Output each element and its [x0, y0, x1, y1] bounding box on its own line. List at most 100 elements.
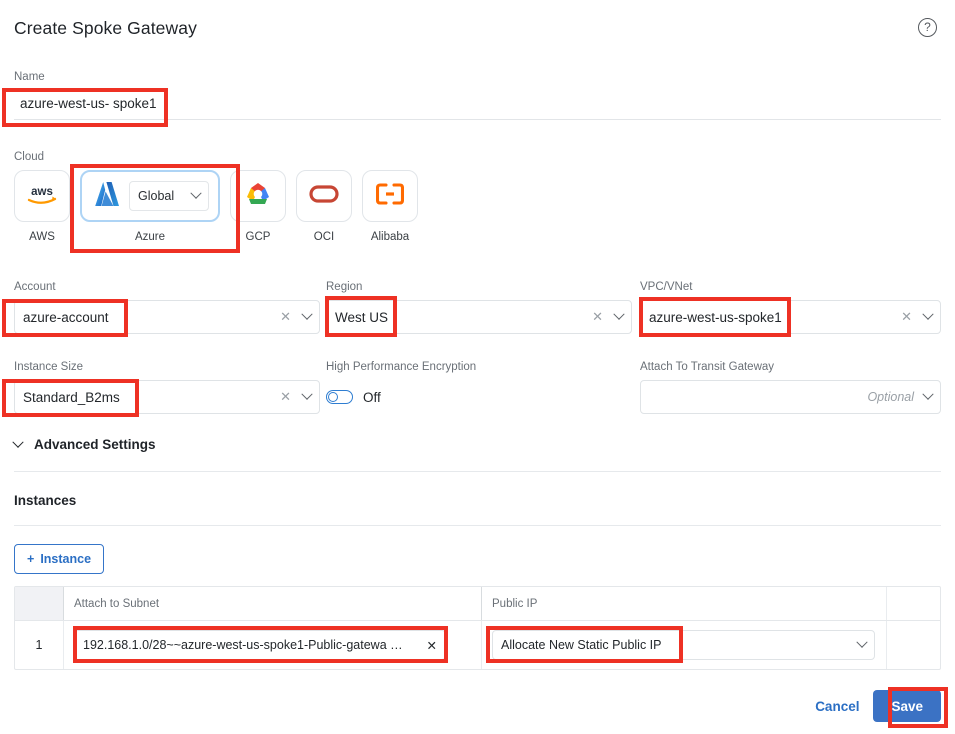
add-instance-label: Instance: [40, 552, 92, 566]
alibaba-tile-button[interactable]: [362, 170, 418, 222]
gcp-tile-button[interactable]: [230, 170, 286, 222]
transit-gateway-placeholder: Optional: [867, 390, 914, 404]
vpc-value: azure-west-us-spoke1: [649, 309, 782, 325]
clear-icon[interactable]: ✕: [280, 309, 291, 325]
cloud-tiles: aws AWS Global Azure GCP OCI Alibaba: [14, 170, 418, 243]
gcp-icon: [243, 181, 273, 212]
account-label: Account: [14, 281, 56, 293]
dialog-footer: Cancel Save: [815, 690, 941, 722]
table-header-row: Attach to Subnet Public IP: [15, 587, 940, 621]
instances-section-header: Instances: [14, 492, 76, 510]
cloud-tile-aws[interactable]: aws AWS: [14, 170, 70, 243]
instance-size-field-group: Instance Size Standard_B2ms ✕: [14, 360, 320, 414]
instances-title: Instances: [14, 493, 77, 508]
page-title: Create Spoke Gateway: [14, 18, 197, 38]
public-ip-select[interactable]: Allocate New Static Public IP: [492, 630, 875, 660]
cloud-tile-label: Alibaba: [370, 231, 410, 243]
cloud-tile-label: OCI: [313, 231, 335, 243]
advanced-settings-section: Advanced Settings: [12, 436, 941, 452]
clear-icon[interactable]: ✕: [427, 638, 437, 653]
chevron-down-icon: [301, 388, 313, 400]
account-select[interactable]: azure-account ✕: [14, 300, 320, 334]
alibaba-icon: [375, 182, 405, 210]
chevron-down-icon: [922, 388, 934, 400]
attach-to-subnet-select[interactable]: 192.168.1.0/28~~azure-west-us-spoke1-Pub…: [74, 630, 446, 660]
clear-icon[interactable]: ✕: [280, 389, 291, 405]
svg-text:aws: aws: [31, 186, 53, 198]
clear-icon[interactable]: ✕: [592, 309, 603, 325]
account-field-group: Account azure-account ✕: [14, 280, 320, 334]
cancel-button[interactable]: Cancel: [815, 699, 859, 714]
table-row: 1 192.168.1.0/28~~azure-west-us-spoke1-P…: [15, 621, 940, 669]
azure-icon: [91, 180, 121, 213]
row-subnet-cell: 192.168.1.0/28~~azure-west-us-spoke1-Pub…: [63, 621, 481, 669]
oci-icon: [308, 183, 340, 210]
cloud-tile-oci[interactable]: OCI: [296, 170, 352, 243]
toggle-knob: [328, 392, 338, 402]
chevron-down-icon: [12, 436, 24, 448]
header-cell-extra: [886, 587, 940, 620]
help-icon[interactable]: ?: [918, 18, 937, 37]
oci-tile-button[interactable]: [296, 170, 352, 222]
attach-to-subnet-value: 192.168.1.0/28~~azure-west-us-spoke1-Pub…: [83, 638, 403, 652]
hpe-state-label: Off: [363, 389, 381, 405]
plus-icon: +: [27, 552, 35, 566]
chevron-down-icon: [856, 636, 868, 648]
dialog-header: Create Spoke Gateway ?: [14, 12, 941, 46]
transit-gateway-select[interactable]: Optional: [640, 380, 941, 414]
transit-gateway-field-group: Attach To Transit Gateway Optional: [640, 360, 941, 414]
cloud-tile-label: GCP: [245, 231, 271, 243]
divider: [14, 471, 941, 472]
divider: [14, 525, 941, 526]
advanced-settings-toggle[interactable]: Advanced Settings: [12, 436, 941, 452]
cloud-tile-label: AWS: [29, 231, 55, 243]
azure-scope-value: Global: [138, 189, 175, 203]
public-ip-value: Allocate New Static Public IP: [501, 638, 662, 652]
advanced-settings-label: Advanced Settings: [34, 437, 156, 452]
region-value: West US: [335, 309, 389, 325]
azure-scope-dropdown[interactable]: Global: [129, 181, 209, 211]
name-field-group: Name: [14, 70, 941, 120]
cloud-label: Cloud: [14, 151, 45, 163]
add-instance-wrap: + Instance: [14, 544, 105, 574]
chevron-down-icon: [190, 187, 202, 199]
create-spoke-gateway-dialog: Create Spoke Gateway ? Name Cloud aws: [0, 0, 955, 734]
hpe-toggle-row: Off: [326, 380, 632, 414]
cloud-tile-alibaba[interactable]: Alibaba: [362, 170, 418, 243]
vpc-label: VPC/VNet: [640, 281, 693, 293]
transit-gateway-label: Attach To Transit Gateway: [640, 361, 775, 373]
row-public-ip-cell: Allocate New Static Public IP: [481, 621, 886, 669]
aws-icon: aws: [25, 182, 59, 211]
save-button[interactable]: Save: [873, 690, 941, 722]
header-cell-subnet: Attach to Subnet: [63, 587, 481, 620]
hpe-label: High Performance Encryption: [326, 361, 477, 373]
name-input[interactable]: [14, 90, 941, 120]
header-cell-public-ip: Public IP: [481, 587, 886, 620]
instances-table: Attach to Subnet Public IP 1 192.168.1.0…: [14, 586, 941, 670]
row-index: 1: [35, 638, 43, 652]
chevron-down-icon: [922, 308, 934, 320]
cloud-tile-label: Azure: [134, 231, 166, 243]
add-instance-button[interactable]: + Instance: [14, 544, 105, 574]
chevron-down-icon: [613, 308, 625, 320]
vpc-select[interactable]: azure-west-us-spoke1 ✕: [640, 300, 941, 334]
cloud-tile-azure[interactable]: Global Azure: [80, 170, 220, 243]
region-label: Region: [326, 281, 363, 293]
hpe-toggle[interactable]: [326, 390, 353, 404]
instance-size-select[interactable]: Standard_B2ms ✕: [14, 380, 320, 414]
instance-size-label: Instance Size: [14, 361, 84, 373]
chevron-down-icon: [301, 308, 313, 320]
name-label: Name: [14, 71, 45, 83]
aws-tile-button[interactable]: aws: [14, 170, 70, 222]
region-select[interactable]: West US ✕: [326, 300, 632, 334]
azure-tile-button[interactable]: Global: [80, 170, 220, 222]
hpe-field-group: High Performance Encryption Off: [326, 360, 632, 414]
cloud-tile-gcp[interactable]: GCP: [230, 170, 286, 243]
cloud-selector-group: Cloud aws AWS Global Azure GCP OCI Aliba…: [14, 150, 418, 243]
instance-size-value: Standard_B2ms: [23, 389, 120, 405]
row-extra-cell: [886, 621, 940, 669]
region-field-group: Region West US ✕: [326, 280, 632, 334]
account-value: azure-account: [23, 309, 109, 325]
clear-icon[interactable]: ✕: [901, 309, 912, 325]
row-index-cell: 1: [15, 621, 63, 669]
